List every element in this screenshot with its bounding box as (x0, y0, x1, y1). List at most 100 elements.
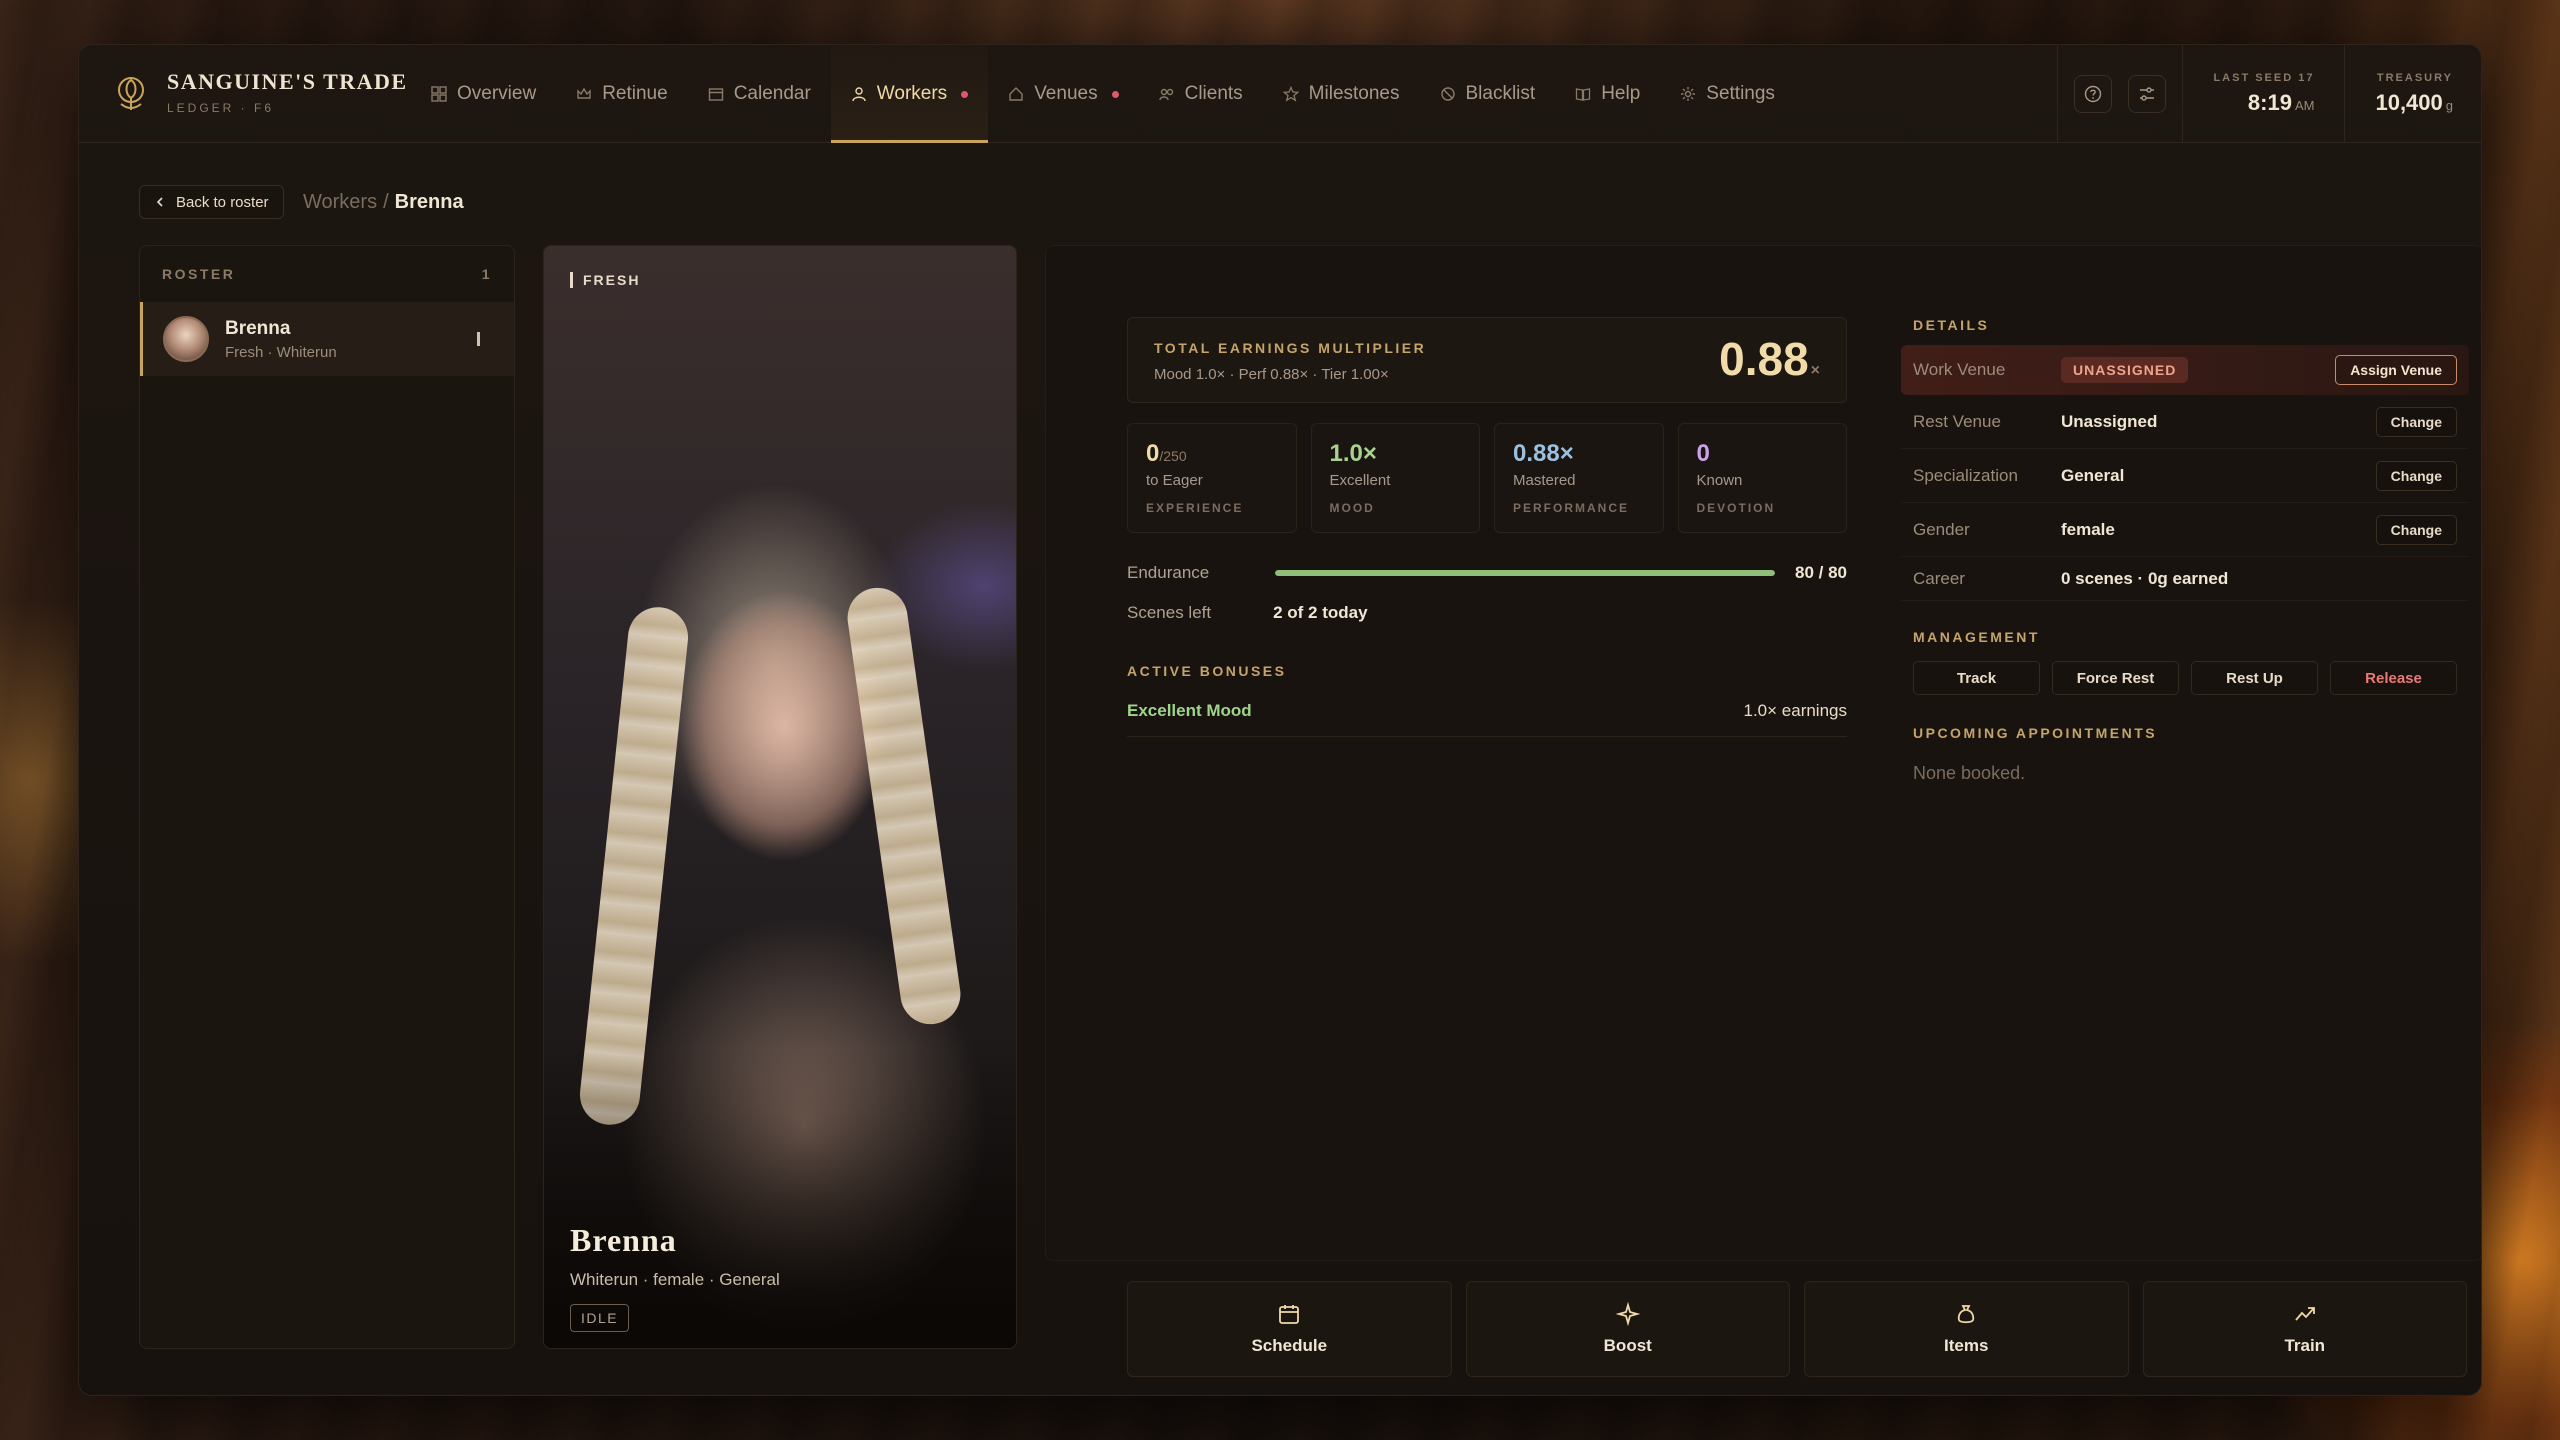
assign-venue-button[interactable]: Assign Venue (2335, 355, 2457, 385)
details-panel: DETAILS Work Venue UNASSIGNED Assign Ven… (1901, 317, 2469, 784)
divider (2057, 45, 2059, 143)
action-label: Boost (1603, 1336, 1652, 1355)
track-button[interactable]: Track (1913, 661, 2040, 695)
stat-card-performance: 0.88× Mastered PERFORMANCE (1494, 423, 1664, 533)
sliders-button[interactable] (2128, 75, 2167, 113)
roster-item-brenna[interactable]: Brenna Fresh · Whiterun (140, 302, 514, 376)
nav-label: Overview (457, 83, 537, 104)
nav-item-venues[interactable]: Venues (988, 45, 1138, 143)
grid-icon (431, 86, 447, 102)
endurance-value: 80 / 80 (1795, 563, 1847, 582)
career-value: 0 scenes · 0g earned (2061, 568, 2229, 588)
breadcrumb: Workers / Brenna (303, 191, 464, 214)
multiplier-number: 0.88 (1719, 333, 1809, 385)
nav-label: Clients (1184, 83, 1243, 104)
release-button[interactable]: Release (2330, 661, 2457, 695)
roster-header: ROSTER 1 (140, 246, 514, 302)
back-to-roster-button[interactable]: Back to roster (139, 185, 284, 219)
time-display: LAST SEED 17 8:19 AM (2183, 72, 2344, 116)
change-rest-venue-button[interactable]: Change (2375, 406, 2457, 437)
star-icon (1282, 86, 1299, 102)
nav-item-retinue[interactable]: Retinue (556, 45, 688, 143)
change-specialization-button[interactable]: Change (2375, 460, 2457, 491)
app-window: SANGUINE'S TRADE LEDGER · F6 Overview Re… (78, 44, 2482, 1396)
top-right-status: LAST SEED 17 8:19 AM TREASURY 10,400 g (2057, 45, 2453, 143)
endurance-bar (1275, 570, 1775, 576)
worker-subtitle: Whiterun · female · General (570, 1270, 780, 1289)
stat-card-experience: 0/250 to Eager EXPERIENCE (1127, 423, 1297, 533)
bonus-effect: 1.0× earnings (1743, 701, 1848, 720)
work-venue-row: Work Venue UNASSIGNED Assign Venue (1901, 345, 2469, 395)
time-ampm: AM (2294, 98, 2315, 113)
stat-number: 0 (1146, 440, 1160, 467)
treasury-amount: 10,400 (2375, 90, 2443, 115)
scenes-label: Scenes left (1127, 603, 1212, 622)
rest-venue-row: Rest Venue Unassigned Change (1901, 395, 2469, 449)
stat-value: 0 (1697, 440, 1829, 468)
boost-button[interactable]: Boost (1465, 1281, 1790, 1377)
specialization-key: Specialization (1913, 465, 2018, 485)
question-circle-icon (2085, 85, 2102, 103)
schedule-button[interactable]: Schedule (1127, 1281, 1452, 1377)
stats-row: 0/250 to Eager EXPERIENCE 1.0× Excellent… (1127, 423, 1847, 533)
worker-name: Brenna (570, 1222, 677, 1258)
nav-item-help[interactable]: Help (1555, 45, 1660, 143)
nav-item-workers[interactable]: Workers (830, 45, 989, 143)
back-label: Back to roster (176, 193, 269, 211)
stat-label: DEVOTION (1696, 501, 1776, 515)
nav-item-settings[interactable]: Settings (1660, 45, 1795, 143)
nav-item-overview[interactable]: Overview (411, 45, 556, 143)
force-rest-button[interactable]: Force Rest (2052, 661, 2179, 695)
portrait-shade (544, 1048, 1016, 1348)
career-key: Career (1913, 568, 1965, 588)
stat-label: MOOD (1329, 501, 1375, 515)
stat-card-devotion: 0 Known DEVOTION (1677, 423, 1847, 533)
breadcrumb-parent[interactable]: Workers (303, 191, 377, 213)
calendar-icon (1279, 1305, 1300, 1324)
breadcrumb-separator: / (383, 191, 389, 213)
nav-item-blacklist[interactable]: Blacklist (1420, 45, 1556, 143)
gender-value: female (2061, 519, 2115, 539)
stat-number: 1.0× (1329, 440, 1377, 467)
nav-item-clients[interactable]: Clients (1139, 45, 1263, 143)
avatar (163, 316, 209, 362)
management-buttons: Track Force Rest Rest Up Release (1901, 661, 2469, 695)
rest-up-button[interactable]: Rest Up (2191, 661, 2318, 695)
ban-icon (1440, 87, 1455, 101)
stat-value: 0/250 (1146, 440, 1278, 468)
time-value: 8:19 AM (2213, 90, 2315, 116)
work-venue-key: Work Venue (1913, 360, 2006, 379)
help-circle-button[interactable] (2074, 75, 2113, 113)
action-label: Items (1944, 1336, 1989, 1355)
people-icon (1158, 88, 1173, 101)
change-gender-button[interactable]: Change (2375, 514, 2457, 545)
items-button[interactable]: Items (1804, 1281, 2129, 1377)
person-icon (852, 87, 866, 102)
nav-item-calendar[interactable]: Calendar (688, 45, 831, 143)
train-button[interactable]: Train (2142, 1281, 2467, 1377)
stat-sub: Mastered (1513, 472, 1576, 489)
crown-icon (577, 87, 591, 99)
rest-venue-key: Rest Venue (1913, 411, 2001, 431)
action-label: Train (2284, 1336, 2326, 1355)
notification-dot (1111, 90, 1119, 98)
endurance-label: Endurance (1127, 563, 1210, 582)
specialization-row: Specialization General Change (1901, 449, 2469, 503)
stat-number: 0 (1696, 440, 1710, 467)
rest-venue-value: Unassigned (2061, 411, 2158, 431)
nav-label: Settings (1706, 83, 1775, 104)
nav-item-milestones[interactable]: Milestones (1263, 45, 1420, 143)
brand: SANGUINE'S TRADE LEDGER · F6 (109, 69, 408, 115)
stat-sub: Excellent (1329, 472, 1391, 489)
scenes-row: Scenes left 2 of 2 today (1127, 603, 1368, 623)
endurance-row: Endurance 80 / 80 (1127, 561, 1847, 585)
bonus-name: Excellent Mood (1127, 701, 1252, 720)
breadcrumb-current: Brenna (394, 191, 464, 213)
brand-title: SANGUINE'S TRADE (167, 69, 408, 94)
calendar-icon (708, 88, 723, 101)
main-nav: Overview Retinue Calendar Workers Venues (411, 45, 1795, 143)
multiplier-suffix: × (1810, 362, 1820, 379)
endurance-fill (1275, 570, 1775, 576)
roster-title: ROSTER (162, 266, 236, 282)
stat-value: 1.0× (1330, 440, 1462, 468)
